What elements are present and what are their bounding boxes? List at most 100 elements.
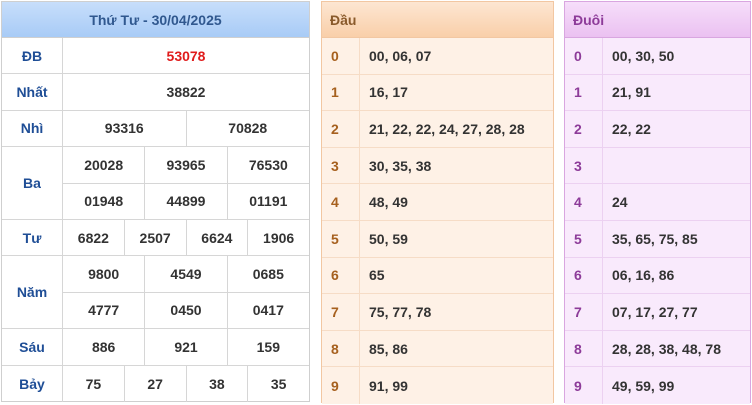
duoi-numbers: 06, 16, 86 — [612, 267, 675, 284]
duoi-numbers: 07, 17, 27, 77 — [612, 303, 698, 320]
prize-number: 921 — [145, 329, 228, 365]
prize-row: Sáu 886 921 159 — [2, 329, 309, 366]
prize-number: 0417 — [252, 302, 284, 319]
prize-number: 20028 — [63, 147, 146, 183]
duoi-row: 6 06, 16, 86 — [565, 257, 750, 295]
duoi-row: 2 22, 22 — [565, 111, 750, 148]
duoi-row: 3 — [565, 147, 750, 185]
prize-number: 35 — [270, 375, 287, 392]
duoi-digit: 4 — [565, 184, 603, 220]
duoi-rows: 0 00, 30, 50 1 21, 91 2 22, 22 3 4 24 5 35, 65, 75… — [565, 38, 750, 404]
prize-number: 76530 — [248, 156, 288, 173]
duoi-numbers: 28, 28, 38, 48, 78 — [612, 340, 721, 357]
special-prize-number: 53078 — [166, 47, 206, 64]
dau-numbers: 50, 59 — [369, 230, 408, 247]
duoi-numbers: 22, 22 — [612, 120, 651, 137]
duoi-row: 5 35, 65, 75, 85 — [565, 220, 750, 258]
duoi-row: 0 00, 30, 50 — [565, 38, 750, 75]
dau-digit: 1 — [322, 74, 360, 111]
duoi-digit: 6 — [565, 257, 603, 294]
dau-digit: 0 — [322, 38, 360, 74]
duoi-digit: 5 — [565, 220, 603, 257]
dau-digit: 7 — [322, 294, 360, 330]
duoi-row: 1 21, 91 — [565, 74, 750, 112]
prize-row: Ba 20028 93965 76530 01948 44899 01191 — [2, 147, 309, 220]
dau-numbers: 30, 35, 38 — [369, 157, 432, 174]
duoi-digit: 8 — [565, 330, 603, 367]
dau-numbers: 00, 06, 07 — [369, 47, 432, 64]
prize-label: Tư — [2, 219, 63, 256]
dau-digit: 4 — [322, 184, 360, 220]
duoi-numbers: 21, 91 — [612, 84, 651, 101]
prize-label: Bảy — [2, 365, 63, 402]
prize-row: Tư 6822 2507 6624 1906 — [2, 219, 309, 257]
prize-number: 4549 — [145, 256, 228, 292]
dau-numbers: 75, 77, 78 — [369, 303, 432, 320]
dau-digit: 5 — [322, 220, 360, 257]
prize-number: 4777 — [63, 292, 146, 329]
prize-number: 9800 — [63, 256, 146, 292]
duoi-row: 8 28, 28, 38, 48, 78 — [565, 330, 750, 368]
prize-label: Năm — [2, 256, 63, 329]
dau-numbers: 85, 86 — [369, 340, 408, 357]
dau-numbers: 16, 17 — [369, 84, 408, 101]
prize-number: 0450 — [145, 292, 228, 329]
prize-number: 0685 — [252, 266, 284, 283]
duoi-header: Đuôi — [565, 2, 750, 38]
prize-label: ĐB — [2, 38, 63, 74]
prize-number: 75 — [63, 365, 125, 402]
prize-label: Ba — [2, 147, 63, 219]
prize-row: Bảy 75 27 38 35 — [2, 365, 309, 402]
dau-row: 2 21, 22, 22, 24, 27, 28, 28 — [322, 111, 553, 148]
prize-label: Nhất — [2, 74, 63, 110]
prize-number: 38 — [187, 365, 249, 402]
prize-number: 01191 — [249, 193, 288, 210]
dau-row: 5 50, 59 — [322, 220, 553, 258]
dau-digit: 2 — [322, 111, 360, 147]
prize-number: 38822 — [166, 84, 206, 101]
duoi-digit: 2 — [565, 111, 603, 147]
dau-digit: 9 — [322, 367, 360, 404]
dau-numbers: 65 — [369, 267, 385, 284]
dau-numbers: 91, 99 — [369, 377, 408, 394]
results-date-header: Thứ Tư - 30/04/2025 — [2, 2, 309, 38]
dau-row: 8 85, 86 — [322, 330, 553, 368]
duoi-numbers: 49, 59, 99 — [612, 377, 675, 394]
dau-row: 3 30, 35, 38 — [322, 147, 553, 185]
duoi-digit: 7 — [565, 294, 603, 330]
prize-row: ĐB 53078 — [2, 38, 309, 75]
duoi-row: 4 24 — [565, 184, 750, 221]
dau-row: 7 75, 77, 78 — [322, 294, 553, 331]
prize-row: Năm 9800 4549 0685 4777 0450 0417 — [2, 256, 309, 330]
prize-list: ĐB 53078 Nhất 38822 Nhì 93316 70828 Ba 20028 9396… — [2, 38, 309, 402]
dau-numbers: 48, 49 — [369, 194, 408, 211]
dau-numbers: 21, 22, 22, 24, 27, 28, 28 — [369, 120, 525, 137]
dau-digit: 6 — [322, 257, 360, 294]
duoi-row: 9 49, 59, 99 — [565, 367, 750, 404]
prize-number: 6624 — [187, 219, 249, 256]
dau-rows: 0 00, 06, 07 1 16, 17 2 21, 22, 22, 24, 27, 2… — [322, 38, 553, 404]
prize-number: 70828 — [228, 120, 268, 137]
results-table: Thứ Tư - 30/04/2025 ĐB 53078 Nhất 38822 Nhì 9… — [1, 1, 310, 402]
prize-number: 01948 — [63, 183, 146, 219]
duoi-digit: 3 — [565, 147, 603, 184]
duoi-digit: 1 — [565, 74, 603, 111]
prize-number: 44899 — [145, 183, 228, 219]
duoi-digit: 0 — [565, 38, 603, 74]
dau-digit: 8 — [322, 330, 360, 367]
duoi-numbers: 35, 65, 75, 85 — [612, 230, 698, 247]
dau-row: 9 91, 99 — [322, 367, 553, 404]
duoi-row: 7 07, 17, 27, 77 — [565, 294, 750, 331]
dau-digit: 3 — [322, 147, 360, 184]
prize-number: 27 — [125, 365, 187, 402]
dau-row: 6 65 — [322, 257, 553, 295]
prize-number: 1906 — [263, 229, 295, 246]
dau-row: 4 48, 49 — [322, 184, 553, 221]
prize-number: 93316 — [63, 110, 187, 147]
duoi-table: Đuôi 0 00, 30, 50 1 21, 91 2 22, 22 3 4 24 5 35, 6… — [564, 1, 751, 404]
prize-row: Nhất 38822 — [2, 74, 309, 111]
prize-row: Nhì 93316 70828 — [2, 110, 309, 148]
dau-header: Đầu — [322, 2, 553, 38]
dau-row: 1 16, 17 — [322, 74, 553, 112]
prize-number: 886 — [63, 329, 146, 365]
